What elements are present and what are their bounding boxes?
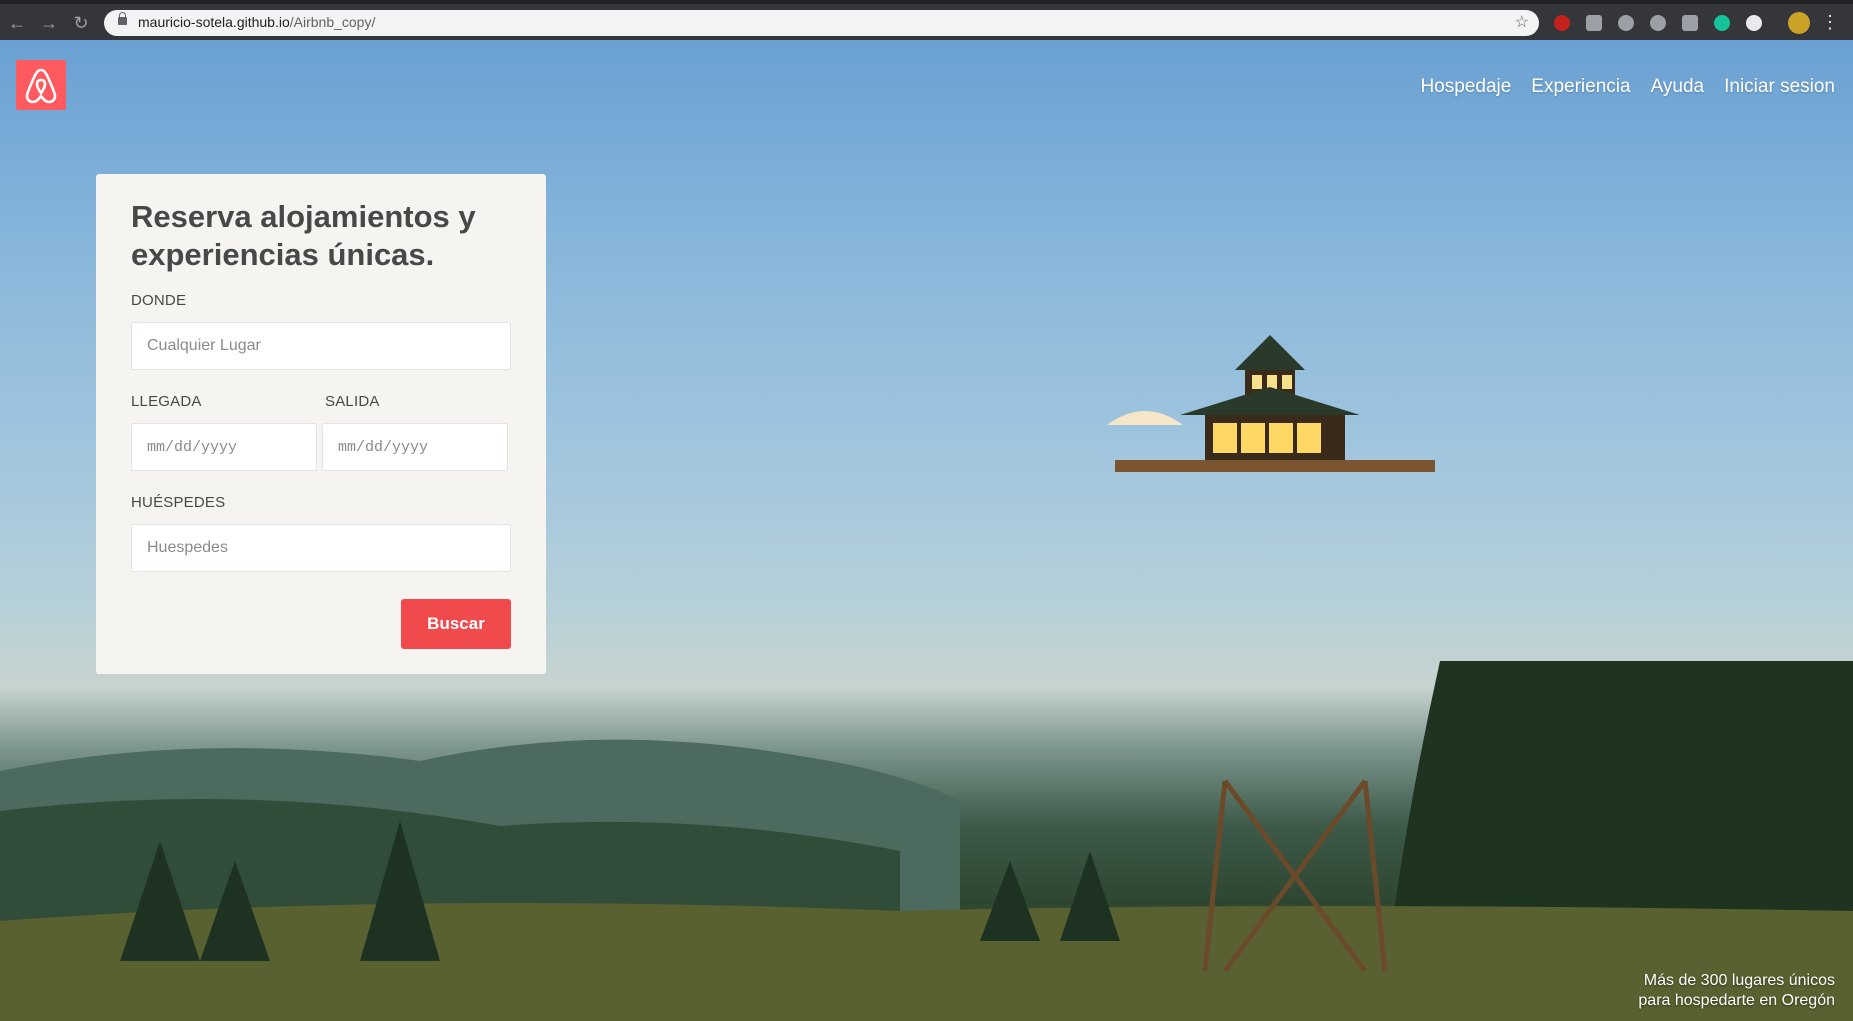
menu-kebab-icon[interactable]: ⋮: [1821, 12, 1839, 33]
grammarly-extension-icon[interactable]: [1714, 15, 1730, 31]
card-title: Reserva alojamientos y experiencias únic…: [131, 199, 476, 272]
lock-icon: [118, 12, 127, 25]
where-label: DONDE: [131, 292, 187, 309]
extension-icon[interactable]: [1650, 15, 1666, 31]
checkin-date-input[interactable]: [131, 423, 317, 471]
nav-ayuda[interactable]: Ayuda: [1651, 76, 1705, 98]
address-bar[interactable]: mauricio-sotela.github.io/Airbnb_copy/ ☆: [104, 10, 1539, 36]
caption-line-1: Más de 300 lugares únicos: [1643, 972, 1835, 989]
guests-input[interactable]: [131, 524, 511, 572]
search-card: Reserva alojamientos y experiencias únic…: [96, 174, 546, 674]
nav-iniciar-sesion[interactable]: Iniciar sesion: [1724, 76, 1835, 98]
extension-icon[interactable]: [1586, 15, 1602, 31]
browser-toolbar: ← → ↻ mauricio-sotela.github.io/Airbnb_c…: [0, 0, 1853, 40]
airbnb-logo[interactable]: [16, 60, 66, 110]
adblock-extension-icon[interactable]: [1554, 15, 1570, 31]
guests-label: HUÉSPEDES: [131, 494, 226, 511]
hero-background: Hospedaje Experiencia Ayuda Iniciar sesi…: [0, 40, 1853, 1021]
search-button[interactable]: Buscar: [401, 599, 511, 649]
forward-icon[interactable]: →: [38, 12, 60, 34]
caption-line-2: para hospedarte en Oregón: [1638, 992, 1835, 1009]
landscape-illustration: [0, 661, 1853, 1021]
hero-caption: Más de 300 lugares únicos para hospedart…: [1638, 971, 1835, 1011]
nav-experiencia[interactable]: Experiencia: [1531, 76, 1630, 98]
tower-cabin: [1107, 335, 1435, 472]
extension-icon[interactable]: [1618, 15, 1634, 31]
profile-avatar-icon[interactable]: [1788, 12, 1810, 34]
nav-hospedaje[interactable]: Hospedaje: [1420, 76, 1511, 98]
checkout-label: SALIDA: [325, 393, 380, 410]
url-text: mauricio-sotela.github.io/Airbnb_copy/: [138, 14, 376, 30]
extension-icon[interactable]: [1746, 15, 1762, 31]
checkout-date-input[interactable]: [322, 423, 508, 471]
airbnb-logo-icon: [25, 68, 57, 104]
reload-icon[interactable]: ↻: [70, 12, 92, 34]
where-input[interactable]: [131, 322, 511, 370]
back-icon[interactable]: ←: [6, 12, 28, 34]
top-navigation: Hospedaje Experiencia Ayuda Iniciar sesi…: [1420, 76, 1835, 98]
extension-icon[interactable]: [1682, 15, 1698, 31]
bookmark-star-icon[interactable]: ☆: [1515, 12, 1529, 32]
checkin-label: LLEGADA: [131, 393, 202, 410]
